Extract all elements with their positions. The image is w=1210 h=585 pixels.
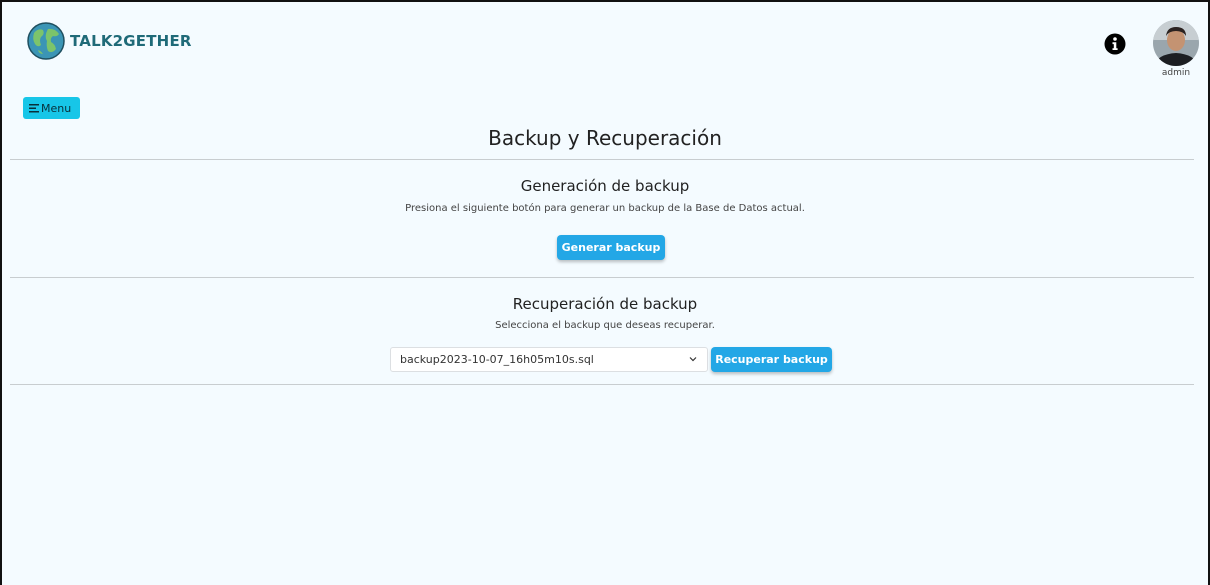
brand[interactable]: TALK2GETHER bbox=[26, 21, 192, 61]
page-title: Backup y Recuperación bbox=[488, 126, 722, 150]
recovery-description: Selecciona el backup que deseas recupera… bbox=[495, 320, 715, 331]
user-profile[interactable]: admin bbox=[1152, 20, 1200, 78]
divider bbox=[10, 384, 1194, 385]
chevron-down-icon bbox=[689, 357, 697, 362]
menu-button[interactable]: Menu bbox=[23, 97, 80, 119]
generate-backup-button[interactable]: Generar backup bbox=[557, 235, 665, 260]
brand-name: TALK2GETHER bbox=[70, 32, 192, 50]
user-name: admin bbox=[1161, 68, 1191, 78]
generation-title: Generación de backup bbox=[520, 177, 690, 195]
backup-select-value: backup2023-10-07_16h05m10s.sql bbox=[400, 353, 594, 366]
avatar bbox=[1153, 20, 1199, 66]
menu-lines-icon bbox=[29, 103, 39, 112]
globe-logo-icon bbox=[27, 22, 65, 60]
info-icon[interactable] bbox=[1104, 33, 1126, 55]
generation-description: Presiona el siguiente botón para generar… bbox=[405, 203, 805, 214]
menu-label: Menu bbox=[41, 101, 72, 115]
divider bbox=[10, 277, 1194, 278]
recovery-title: Recuperación de backup bbox=[512, 295, 698, 313]
recover-backup-button[interactable]: Recuperar backup bbox=[711, 347, 832, 372]
backup-select[interactable]: backup2023-10-07_16h05m10s.sql bbox=[390, 347, 708, 372]
divider bbox=[10, 159, 1194, 160]
